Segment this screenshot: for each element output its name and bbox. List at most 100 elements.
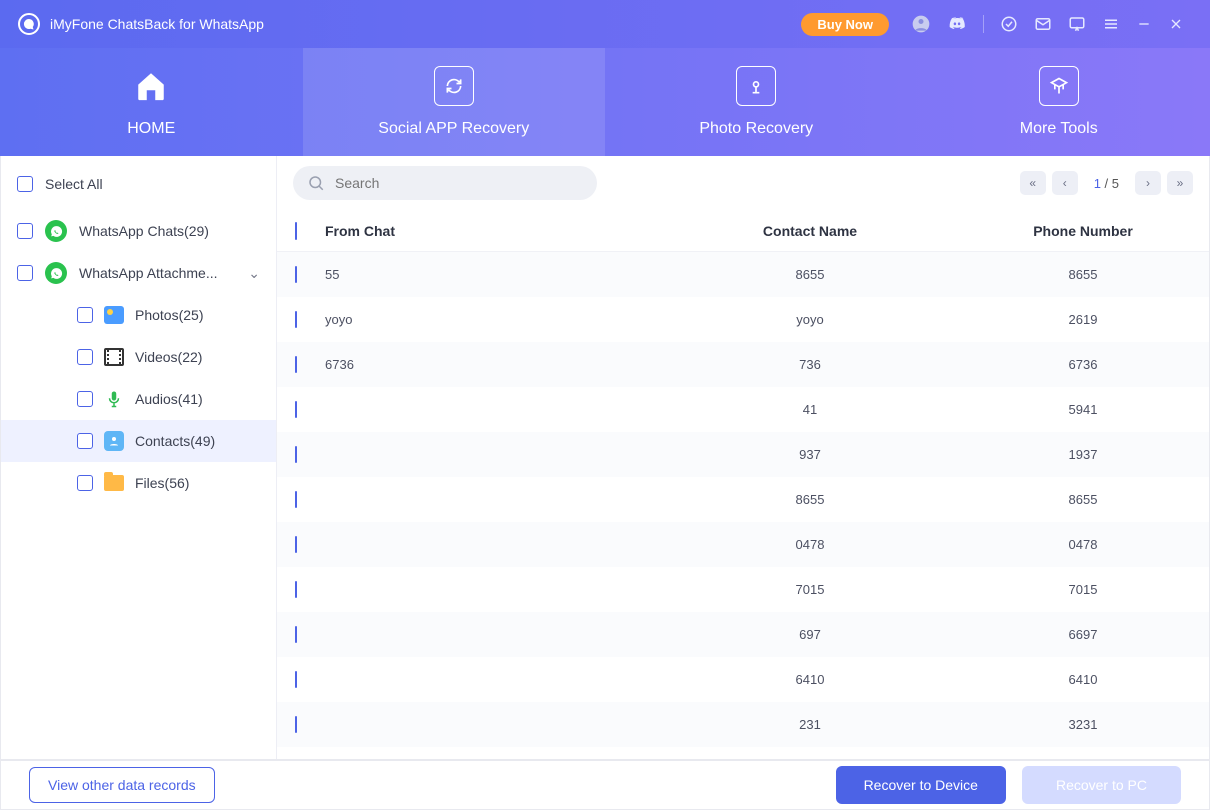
checkbox[interactable] — [295, 491, 297, 508]
buy-now-button[interactable]: Buy Now — [801, 13, 889, 36]
checkbox[interactable] — [295, 716, 297, 733]
minimize-icon[interactable] — [1136, 16, 1152, 32]
checkbox[interactable] — [295, 626, 297, 643]
photo-icon — [736, 66, 776, 106]
cell-contact-name: 7015 — [645, 582, 975, 597]
table-row[interactable]: 86558655 — [277, 477, 1209, 522]
cell-contact-name: 697 — [645, 627, 975, 642]
titlebar: iMyFone ChatsBack for WhatsApp Buy Now — [0, 0, 1210, 48]
table-row[interactable]: 70157015 — [277, 567, 1209, 612]
avatar-icon[interactable] — [911, 14, 931, 34]
checkbox[interactable] — [17, 176, 33, 192]
discord-icon[interactable] — [947, 14, 967, 34]
header-contact-name: Contact Name — [645, 223, 975, 239]
tab-social-recovery[interactable]: Social APP Recovery — [303, 48, 606, 156]
cell-phone-number: 8655 — [975, 267, 1191, 282]
table-row[interactable]: 6976697 — [277, 612, 1209, 657]
sidebar-contacts[interactable]: Contacts(49) — [1, 420, 276, 462]
main-panel: « ‹ 1 / 5 › » From Chat Contact Name Pho… — [277, 156, 1209, 759]
tab-home[interactable]: HOME — [0, 48, 303, 156]
whatsapp-icon — [45, 220, 67, 242]
checkbox[interactable] — [295, 311, 297, 328]
whatsapp-icon — [45, 262, 67, 284]
mail-icon[interactable] — [1034, 15, 1052, 33]
sidebar-audios[interactable]: Audios(41) — [1, 378, 276, 420]
sidebar-files[interactable]: Files(56) — [1, 462, 276, 504]
checkbox[interactable] — [77, 349, 93, 365]
table-body: 5586558655yoyoyoyo261967367366736 415941… — [277, 252, 1209, 759]
menu-icon[interactable] — [1102, 15, 1120, 33]
page-next-button[interactable]: › — [1135, 171, 1161, 195]
recover-to-pc-button: Recover to PC — [1022, 766, 1181, 804]
cell-contact-name: 0478 — [645, 537, 975, 552]
search-input[interactable] — [335, 175, 583, 191]
cell-contact-name: 937 — [645, 447, 975, 462]
close-icon[interactable] — [1168, 16, 1184, 32]
checkbox[interactable] — [295, 671, 297, 688]
checkbox[interactable] — [295, 356, 297, 373]
page-last-button[interactable]: » — [1167, 171, 1193, 195]
sidebar-select-all[interactable]: Select All — [1, 166, 276, 202]
table-row[interactable]: 04780478 — [277, 522, 1209, 567]
search-box[interactable] — [293, 166, 597, 200]
table-row[interactable]: 67367366736 — [277, 342, 1209, 387]
checkbox[interactable] — [77, 433, 93, 449]
cell-phone-number: 6736 — [975, 357, 1191, 372]
sidebar-whatsapp-attachments[interactable]: WhatsApp Attachme... ⌄ — [1, 252, 276, 294]
feedback-icon[interactable] — [1068, 15, 1086, 33]
checkbox[interactable] — [77, 307, 93, 323]
audios-icon — [103, 388, 125, 410]
sidebar-photos[interactable]: Photos(25) — [1, 294, 276, 336]
tools-icon — [1039, 66, 1079, 106]
page-indicator: 1 / 5 — [1094, 176, 1119, 191]
cell-phone-number: 6697 — [975, 627, 1191, 642]
table-row[interactable]: yoyoyoyo2619 — [277, 297, 1209, 342]
cell-phone-number: 0478 — [975, 537, 1191, 552]
checkbox[interactable] — [77, 475, 93, 491]
header-from-chat: From Chat — [325, 223, 645, 239]
checkbox[interactable] — [77, 391, 93, 407]
table-row[interactable]: 415941 — [277, 387, 1209, 432]
cell-phone-number: 5941 — [975, 402, 1191, 417]
cell-contact-name: 41 — [645, 402, 975, 417]
update-icon[interactable] — [1000, 15, 1018, 33]
page-first-button[interactable]: « — [1020, 171, 1046, 195]
cell-phone-number: 1937 — [975, 447, 1191, 462]
pager: « ‹ 1 / 5 › » — [1020, 171, 1193, 195]
content-area: Select All WhatsApp Chats(29) WhatsApp A… — [0, 156, 1210, 760]
recover-to-device-button[interactable]: Recover to Device — [836, 766, 1006, 804]
table-row[interactable]: 5586558655 — [277, 252, 1209, 297]
cell-phone-number: 3231 — [975, 717, 1191, 732]
home-icon — [131, 66, 171, 106]
footer: View other data records Recover to Devic… — [0, 760, 1210, 810]
cell-phone-number: 7015 — [975, 582, 1191, 597]
checkbox[interactable] — [17, 223, 33, 239]
cell-from-chat: 55 — [325, 267, 645, 282]
chevron-down-icon: ⌄ — [248, 265, 260, 282]
checkbox[interactable] — [295, 401, 297, 418]
sidebar-whatsapp-chats[interactable]: WhatsApp Chats(29) — [1, 210, 276, 252]
table-row[interactable]: 64106410 — [277, 657, 1209, 702]
checkbox[interactable] — [295, 536, 297, 553]
checkbox[interactable] — [17, 265, 33, 281]
checkbox-all[interactable] — [295, 222, 297, 240]
sidebar-videos[interactable]: Videos(22) — [1, 336, 276, 378]
toolbar: « ‹ 1 / 5 › » — [277, 156, 1209, 210]
tab-more-tools[interactable]: More Tools — [908, 48, 1210, 156]
cell-from-chat: 6736 — [325, 357, 645, 372]
files-icon — [103, 472, 125, 494]
page-prev-button[interactable]: ‹ — [1052, 171, 1078, 195]
cell-contact-name: yoyo — [645, 312, 975, 327]
app-title: iMyFone ChatsBack for WhatsApp — [50, 16, 264, 32]
view-other-records-button[interactable]: View other data records — [29, 767, 215, 803]
cell-contact-name: 231 — [645, 717, 975, 732]
header-phone-number: Phone Number — [975, 223, 1191, 239]
tab-photo-recovery[interactable]: Photo Recovery — [605, 48, 908, 156]
table-row[interactable]: 9371937 — [277, 432, 1209, 477]
checkbox[interactable] — [295, 581, 297, 598]
app-logo-icon — [18, 13, 40, 35]
checkbox[interactable] — [295, 266, 297, 283]
checkbox[interactable] — [295, 446, 297, 463]
photos-icon — [103, 304, 125, 326]
table-row[interactable]: 2313231 — [277, 702, 1209, 747]
